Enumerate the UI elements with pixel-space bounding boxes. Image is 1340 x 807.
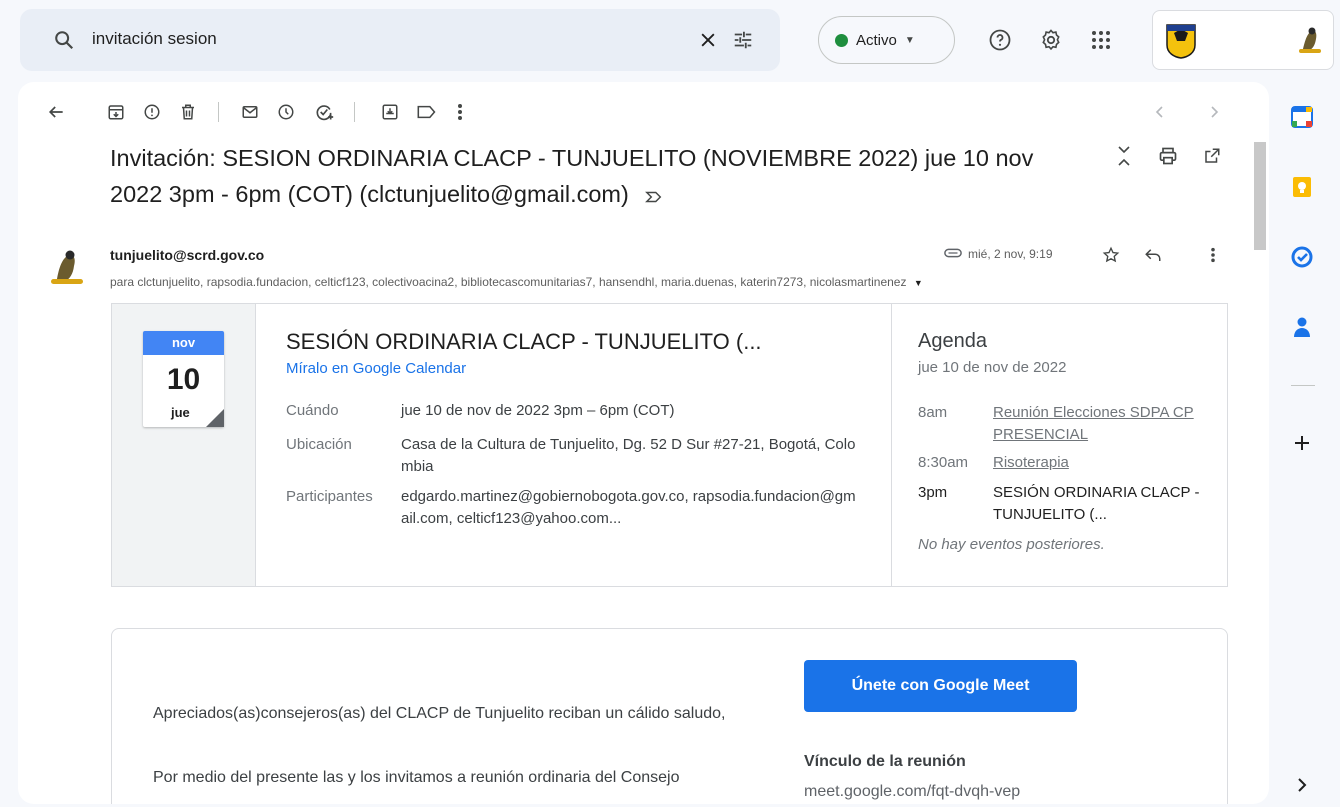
account-switcher[interactable] [1152, 10, 1334, 70]
subject-text: Invitación: SESION ORDINARIA CLACP - TUN… [110, 145, 1034, 207]
more-options-icon[interactable] [444, 96, 476, 128]
collapse-all-icon[interactable] [1110, 142, 1138, 170]
recipients-dropdown-icon[interactable]: ▼ [914, 278, 923, 288]
scrollbar-thumb[interactable] [1254, 142, 1266, 250]
chevron-down-icon: ▼ [904, 34, 915, 46]
agenda-event-label[interactable]: Reunión Elecciones SDPA CP PRESENCIAL [993, 402, 1213, 446]
agenda-event-time: 8:30am [918, 454, 969, 471]
calendar-date-tile: nov 10 jue [143, 331, 224, 427]
email-toolbar [18, 82, 1269, 142]
recipients-text: para clctunjuelito, rapsodia.fundacion, … [110, 275, 907, 289]
newer-chevron-left-icon[interactable] [1144, 96, 1176, 128]
toolbar-divider [218, 102, 219, 122]
recipients-list[interactable]: para clctunjuelito, rapsodia.fundacion, … [110, 275, 923, 289]
keep-notes-icon[interactable] [1287, 172, 1317, 202]
agenda-panel: Agenda jue 10 de nov de 2022 8am Reunión… [891, 304, 1228, 586]
where-value: Casa de la Cultura de Tunjuelito, Dg. 52… [401, 436, 856, 475]
top-bar: Activo ▼ [0, 0, 1340, 80]
bogota-logo-icon [1165, 23, 1197, 59]
back-arrow-icon[interactable] [40, 96, 72, 128]
when-label: Cuándo [286, 402, 339, 419]
message-more-icon[interactable] [1198, 240, 1228, 270]
join-google-meet-button[interactable]: Únete con Google Meet [804, 660, 1077, 712]
active-status-dot [835, 33, 848, 47]
label-tag-icon[interactable] [410, 96, 442, 128]
email-panel: Invitación: SESION ORDINARIA CLACP - TUN… [18, 82, 1269, 804]
when-value: jue 10 de nov de 2022 3pm – 6pm (COT) [401, 402, 675, 419]
contacts-icon[interactable] [1287, 312, 1317, 342]
side-panel-divider [1291, 385, 1315, 386]
email-meta: mié, 2 nov, 9:19 [944, 247, 1053, 261]
older-chevron-right-icon[interactable] [1198, 96, 1230, 128]
meeting-link-label: Vínculo de la reunión [804, 753, 966, 770]
settings-gear-icon[interactable] [1031, 20, 1071, 60]
search-bar[interactable] [20, 9, 780, 71]
clear-search-icon[interactable] [696, 28, 720, 52]
agenda-event-time: 3pm [918, 484, 948, 501]
attachment-icon [944, 247, 962, 261]
event-title: SESIÓN ORDINARIA CLACP - TUNJUELITO (... [286, 329, 762, 354]
agenda-date: jue 10 de nov de 2022 [918, 359, 1067, 376]
email-date: mié, 2 nov, 9:19 [968, 247, 1053, 261]
agenda-event-label: SESIÓN ORDINARIA CLACP - TUNJUELITO (... [993, 484, 1200, 523]
report-spam-icon[interactable] [136, 96, 168, 128]
add-to-tasks-icon[interactable] [308, 96, 340, 128]
date-tile-area: nov 10 jue [112, 304, 256, 586]
greeting-paragraph: Apreciados(as)consejeros(as) del CLACP d… [153, 705, 726, 722]
tasks-icon[interactable] [1287, 242, 1317, 272]
email-subject: Invitación: SESION ORDINARIA CLACP - TUN… [110, 140, 1070, 214]
calendar-day: 10 [166, 363, 201, 396]
status-button[interactable]: Activo ▼ [818, 16, 955, 64]
help-icon[interactable] [980, 20, 1020, 60]
snooze-clock-icon[interactable] [270, 96, 302, 128]
important-marker-icon[interactable] [645, 178, 663, 214]
calendar-app-icon[interactable] [1287, 102, 1317, 132]
open-new-window-icon[interactable] [1198, 142, 1226, 170]
account-avatar[interactable] [1293, 23, 1327, 57]
participants-value: edgardo.martinez@gobiernobogota.gov.co, … [401, 488, 856, 527]
body-paragraph: Por medio del presente las y los invitam… [153, 769, 680, 786]
participants-label: Participantes [286, 488, 373, 505]
star-icon[interactable] [1096, 240, 1126, 270]
agenda-no-more-events: No hay eventos posteriores. [918, 536, 1105, 553]
sender-email[interactable]: tunjuelito@scrd.gov.co [110, 247, 264, 263]
status-label: Activo [856, 31, 897, 49]
calendar-invitation-card: nov 10 jue SESIÓN ORDINARIA CLACP - TUNJ… [111, 303, 1228, 587]
move-to-icon[interactable] [374, 96, 406, 128]
print-icon[interactable] [1154, 142, 1182, 170]
add-addon-icon[interactable] [1287, 428, 1317, 458]
search-input[interactable] [92, 29, 652, 49]
calendar-month: nov [143, 331, 224, 355]
page-fold-icon [206, 409, 224, 427]
view-in-calendar-link[interactable]: Míralo en Google Calendar [286, 360, 466, 377]
delete-trash-icon[interactable] [172, 96, 204, 128]
apps-grid-icon[interactable] [1081, 20, 1121, 60]
agenda-event-time: 8am [918, 404, 948, 421]
meeting-url[interactable]: meet.google.com/fqt-dvqh-vep [804, 783, 1020, 801]
sender-avatar[interactable] [44, 244, 90, 290]
reply-icon[interactable] [1138, 240, 1168, 270]
search-options-icon[interactable] [731, 28, 755, 52]
where-label: Ubicación [286, 436, 352, 453]
expand-side-panel-icon[interactable] [1287, 770, 1317, 800]
meeting-body-card: Apreciados(as)consejeros(as) del CLACP d… [111, 628, 1228, 804]
search-icon[interactable] [52, 28, 76, 52]
agenda-title: Agenda [918, 330, 987, 352]
archive-icon[interactable] [100, 96, 132, 128]
agenda-event-label[interactable]: Risoterapia [993, 452, 1213, 474]
event-details: SESIÓN ORDINARIA CLACP - TUNJUELITO (...… [257, 304, 891, 586]
calendar-weekday: jue [171, 405, 190, 420]
toolbar-divider [354, 102, 355, 122]
mark-unread-icon[interactable] [234, 96, 266, 128]
